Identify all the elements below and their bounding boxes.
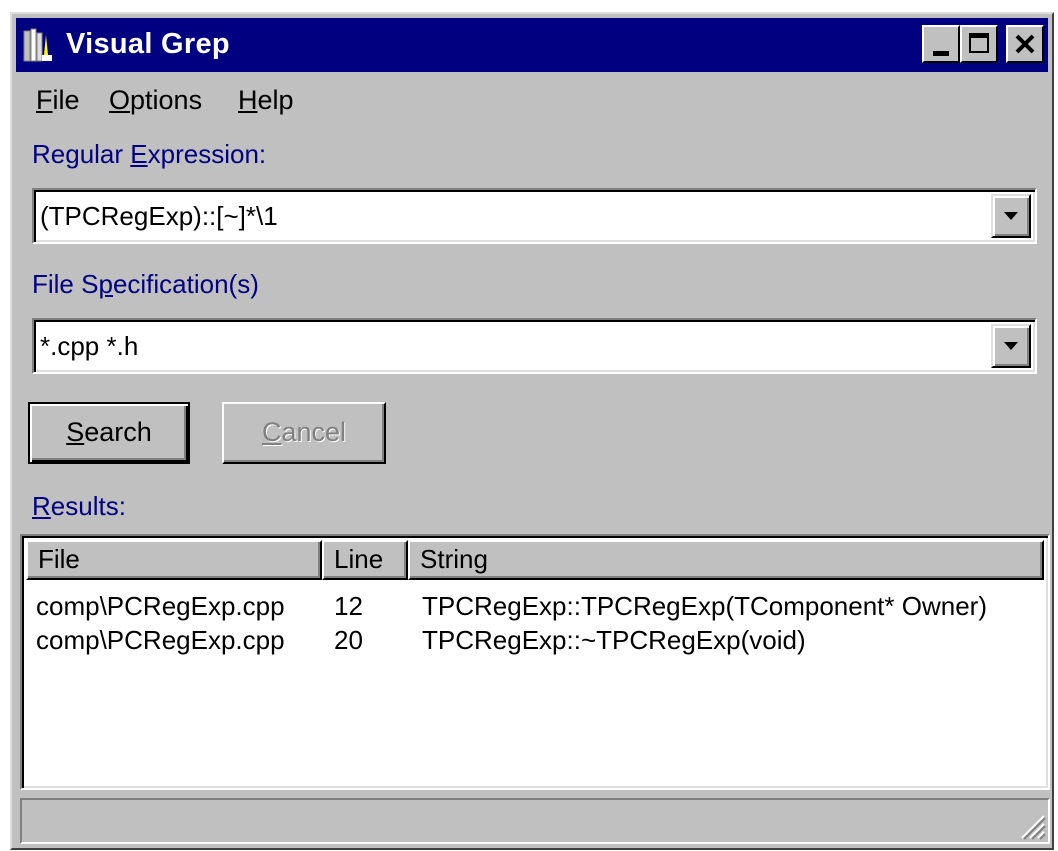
regex-combobox[interactable]: (TPCRegExp)::[~]*\1 <box>32 188 1037 244</box>
search-button[interactable]: Search <box>28 402 190 464</box>
result-string: TPCRegExp::~TPCRegExp(void) <box>422 625 806 655</box>
column-header-string[interactable]: String <box>408 540 1044 580</box>
status-bar <box>20 798 1050 844</box>
menu-help[interactable]: Help <box>238 84 294 116</box>
visual-grep-window: Visual Grep File Options Help Regular Ex… <box>10 12 1054 850</box>
filespec-combobox[interactable]: *.cpp *.h <box>32 318 1037 374</box>
menu-bar: File Options Help <box>16 76 1048 122</box>
results-header: File Line String <box>26 540 1044 580</box>
minimize-button[interactable] <box>922 25 960 63</box>
cancel-button: Cancel <box>222 402 386 464</box>
results-label: Results: <box>32 491 126 521</box>
filespec-label: File Specification(s) <box>32 269 259 299</box>
list-item[interactable]: comp\PCRegExp.cpp 12 TPCRegExp::TPCRegEx… <box>26 590 1044 624</box>
filespec-dropdown-button[interactable] <box>991 324 1031 368</box>
maximize-button[interactable] <box>960 25 998 63</box>
result-line: 20 <box>334 625 363 655</box>
resize-grip-icon[interactable] <box>1016 810 1046 840</box>
regex-dropdown-button[interactable] <box>991 194 1031 238</box>
column-header-line[interactable]: Line <box>322 540 408 580</box>
results-rows: comp\PCRegExp.cpp 12 TPCRegExp::TPCRegEx… <box>26 590 1044 658</box>
results-list[interactable]: File Line String comp\PCRegExp.cpp 12 TP… <box>20 534 1050 790</box>
filespec-input[interactable]: *.cpp *.h <box>40 330 138 362</box>
close-icon <box>1015 34 1035 54</box>
column-header-file[interactable]: File <box>26 540 322 580</box>
menu-options[interactable]: Options <box>109 84 202 116</box>
title-bar[interactable]: Visual Grep <box>16 18 1048 72</box>
visual-grep-icon <box>23 28 52 62</box>
result-file: comp\PCRegExp.cpp <box>36 625 285 655</box>
chevron-down-icon <box>1004 342 1018 350</box>
regex-label: Regular Expression: <box>32 139 267 169</box>
window-title: Visual Grep <box>66 28 230 60</box>
result-file: comp\PCRegExp.cpp <box>36 591 285 621</box>
maximize-icon <box>969 33 989 53</box>
chevron-down-icon <box>1004 212 1018 220</box>
result-line: 12 <box>334 591 363 621</box>
menu-file[interactable]: File <box>36 84 80 116</box>
minimize-icon <box>933 51 949 56</box>
regex-input[interactable]: (TPCRegExp)::[~]*\1 <box>40 200 278 232</box>
list-item[interactable]: comp\PCRegExp.cpp 20 TPCRegExp::~TPCRegE… <box>26 624 1044 658</box>
result-string: TPCRegExp::TPCRegExp(TComponent* Owner) <box>422 591 987 621</box>
close-button[interactable] <box>1006 25 1044 63</box>
